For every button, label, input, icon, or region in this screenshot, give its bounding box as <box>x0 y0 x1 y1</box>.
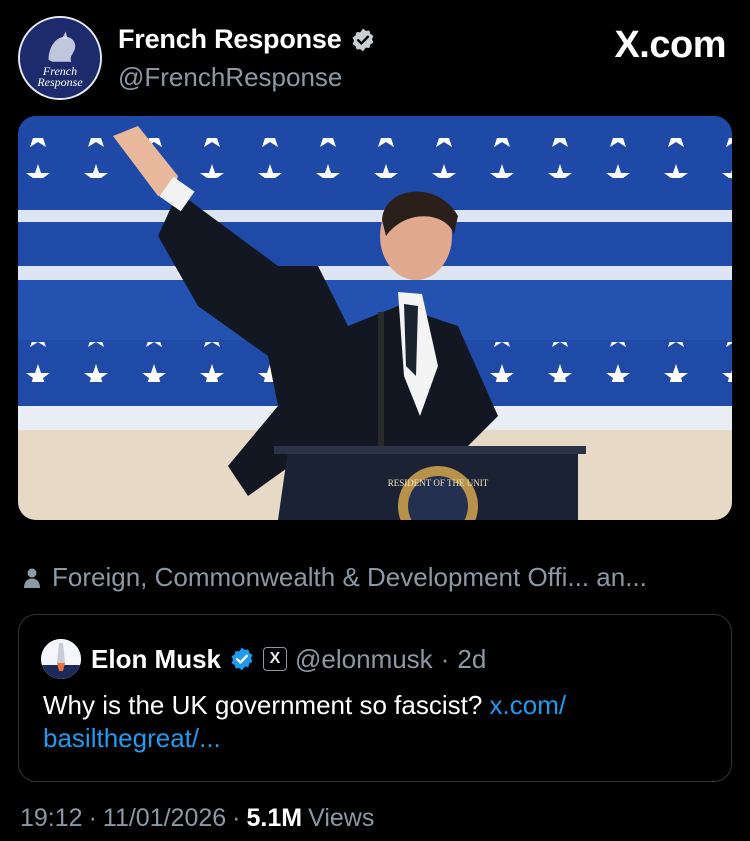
post-time[interactable]: 19:12 <box>20 804 83 833</box>
post-date[interactable]: 11/01/2026 <box>103 804 226 833</box>
views-count: 5.1M <box>246 804 303 832</box>
separator-dot: · <box>232 804 241 832</box>
author-avatar[interactable]: French Response <box>18 16 102 100</box>
avatar-wordmark: French Response <box>37 64 83 89</box>
verified-badge-icon <box>352 28 373 51</box>
post-meta: 19:12 · 11/01/2026 · 5.1M Views <box>20 804 374 833</box>
verified-badge-icon <box>231 647 253 671</box>
photo: RESIDENT OF THE UNIT <box>18 116 732 520</box>
author-display-name[interactable]: French Response <box>118 24 342 55</box>
views-label: Views <box>308 804 375 832</box>
rocket-avatar-icon <box>41 639 81 679</box>
site-label: X.com <box>614 24 726 66</box>
author-handle[interactable]: @FrenchResponse <box>118 62 342 93</box>
quoted-post-text: Why is the UK government so fascist? x.c… <box>43 689 683 755</box>
podium-seal-text: RESIDENT OF THE UNIT <box>388 478 489 488</box>
quoted-post-body: Why is the UK government so fascist? <box>43 690 490 720</box>
quoted-author-name[interactable]: Elon Musk <box>91 644 221 675</box>
quoted-author-avatar[interactable] <box>41 639 81 679</box>
affiliate-x-badge-icon: X <box>263 647 288 671</box>
separator-dot: · <box>88 804 97 832</box>
separator-dot: · <box>440 643 450 674</box>
quoted-post-card[interactable]: Elon Musk X @elonmusk · 2d Why is the UK… <box>18 614 732 782</box>
context-label: Foreign, Commonwealth & Development Offi… <box>22 562 647 593</box>
quoted-post-age[interactable]: 2d <box>457 644 486 675</box>
person-icon <box>24 568 40 588</box>
post-media-image[interactable]: RESIDENT OF THE UNIT <box>18 116 732 520</box>
context-text: Foreign, Commonwealth & Development Offi… <box>52 562 647 592</box>
post-header: French Response French Response @FrenchR… <box>18 16 732 102</box>
quoted-author-handle[interactable]: @elonmusk <box>295 644 433 675</box>
